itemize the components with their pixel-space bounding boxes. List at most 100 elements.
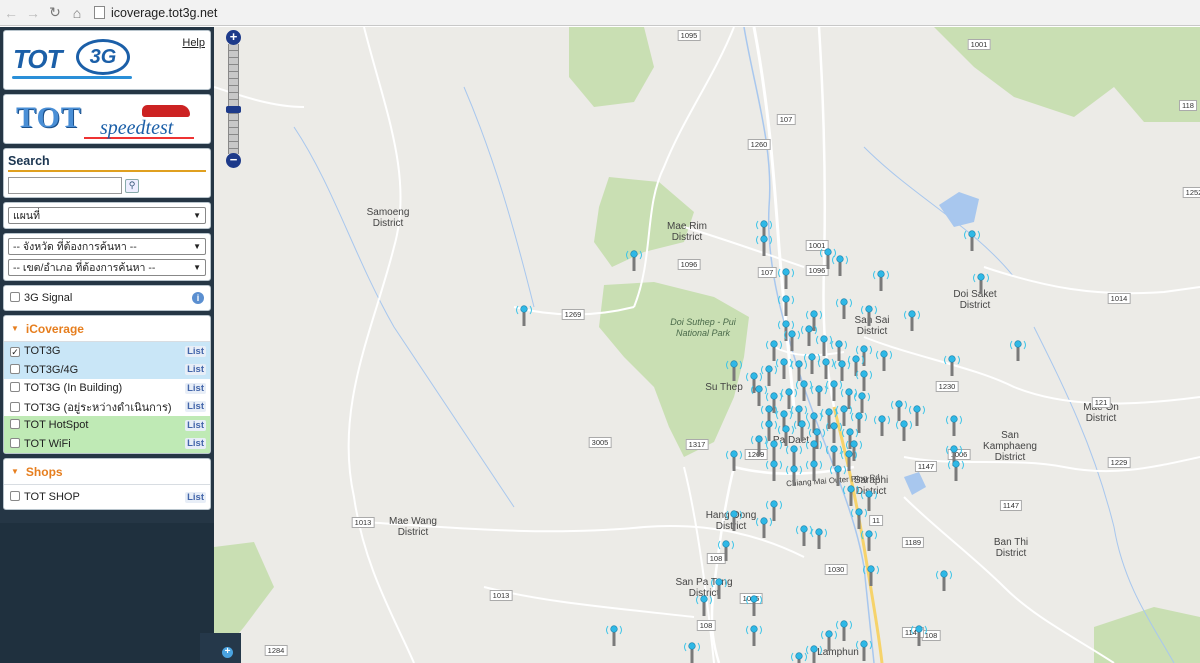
cell-tower-icon[interactable] — [766, 460, 782, 481]
reload-icon[interactable]: ↻ — [44, 2, 66, 24]
cell-tower-icon[interactable] — [761, 420, 777, 441]
layer-list-link[interactable]: List — [185, 345, 206, 357]
layer-list-link[interactable]: List — [185, 419, 206, 431]
zoom-slider-track[interactable] — [228, 44, 239, 154]
cell-tower-icon[interactable] — [781, 388, 797, 409]
cell-tower-icon[interactable] — [776, 358, 792, 379]
layer-checkbox[interactable]: ✓ — [10, 347, 20, 358]
layer-checkbox[interactable] — [10, 401, 20, 412]
cell-tower-icon[interactable] — [778, 268, 794, 289]
cell-tower-icon[interactable] — [766, 500, 782, 521]
cell-tower-icon[interactable] — [746, 595, 762, 616]
cell-tower-icon[interactable] — [964, 230, 980, 251]
map-canvas[interactable]: Samoeng District Mae Rim District Doi Suthep… — [214, 27, 1200, 663]
cell-tower-icon[interactable] — [856, 370, 872, 391]
cell-tower-icon[interactable] — [820, 248, 836, 269]
cell-tower-icon[interactable] — [786, 445, 802, 466]
cell-tower-icon[interactable] — [876, 350, 892, 371]
info-icon[interactable]: i — [192, 292, 204, 304]
cell-tower-icon[interactable] — [791, 360, 807, 381]
cell-tower-icon[interactable] — [684, 642, 700, 663]
cell-tower-icon[interactable] — [946, 415, 962, 436]
cell-tower-icon[interactable] — [948, 460, 964, 481]
cell-tower-icon[interactable] — [944, 355, 960, 376]
layer-list-link[interactable]: List — [185, 382, 206, 394]
cell-tower-icon[interactable] — [718, 540, 734, 561]
layer-checkbox[interactable] — [10, 382, 20, 393]
layer-checkbox[interactable] — [10, 437, 20, 448]
cell-tower-icon[interactable] — [778, 295, 794, 316]
cell-tower-icon[interactable] — [756, 235, 772, 256]
tot-shop-checkbox[interactable] — [10, 491, 20, 501]
zoom-slider-handle[interactable] — [226, 106, 241, 113]
cell-tower-icon[interactable] — [861, 490, 877, 511]
cell-tower-icon[interactable] — [796, 525, 812, 546]
shops-header[interactable]: ▼ Shops — [4, 459, 210, 485]
cell-tower-icon[interactable] — [626, 250, 642, 271]
cell-tower-icon[interactable] — [791, 652, 807, 663]
speedtest-banner[interactable]: TOT speedtest — [3, 94, 211, 144]
cell-tower-icon[interactable] — [896, 420, 912, 441]
search-icon[interactable]: ⚲ — [125, 178, 139, 193]
cell-tower-icon[interactable] — [766, 440, 782, 461]
cell-tower-icon[interactable] — [832, 255, 848, 276]
cell-tower-icon[interactable] — [856, 345, 872, 366]
cell-tower-icon[interactable] — [806, 645, 822, 663]
cell-tower-icon[interactable] — [786, 465, 802, 486]
cell-tower-icon[interactable] — [711, 578, 727, 599]
cell-tower-icon[interactable] — [516, 305, 532, 326]
cell-tower-icon[interactable] — [816, 335, 832, 356]
cell-tower-icon[interactable] — [796, 380, 812, 401]
cell-tower-icon[interactable] — [811, 385, 827, 406]
zoom-in-button[interactable]: + — [226, 30, 241, 45]
help-link[interactable]: Help — [182, 37, 205, 49]
layer-list-link[interactable]: List — [185, 438, 206, 450]
cell-tower-icon[interactable] — [696, 595, 712, 616]
cell-tower-icon[interactable] — [746, 625, 762, 646]
cell-tower-icon[interactable] — [861, 530, 877, 551]
cell-tower-icon[interactable] — [836, 620, 852, 641]
cell-tower-icon[interactable] — [606, 625, 622, 646]
layer-checkbox[interactable] — [10, 419, 20, 430]
cell-tower-icon[interactable] — [751, 435, 767, 456]
cell-tower-icon[interactable] — [766, 340, 782, 361]
arrow-right-icon[interactable]: → — [22, 2, 44, 24]
cell-tower-icon[interactable] — [911, 625, 927, 646]
cell-tower-icon[interactable] — [873, 270, 889, 291]
search-input[interactable] — [8, 177, 122, 194]
layer-list-link[interactable]: List — [185, 401, 206, 413]
cell-tower-icon[interactable] — [861, 305, 877, 326]
cell-tower-icon[interactable] — [818, 358, 834, 379]
cell-tower-icon[interactable] — [851, 508, 867, 529]
icoverage-header[interactable]: ▼ iCoverage — [4, 316, 210, 342]
map-type-select[interactable]: แผนที่ ▼ — [8, 207, 206, 224]
cell-tower-icon[interactable] — [874, 415, 890, 436]
cell-tower-icon[interactable] — [856, 640, 872, 661]
cell-tower-icon[interactable] — [830, 465, 846, 486]
cell-tower-icon[interactable] — [904, 310, 920, 331]
cell-tower-icon[interactable] — [863, 565, 879, 586]
cell-tower-icon[interactable] — [761, 365, 777, 386]
address-bar[interactable]: icoverage.tot3g.net — [94, 3, 217, 23]
district-select[interactable]: -- เขต/อำเภอ ที่ต้องการค้นหา -- ▼ — [8, 259, 206, 276]
arrow-left-icon[interactable]: ← — [0, 2, 22, 24]
cell-tower-icon[interactable] — [843, 485, 859, 506]
cell-tower-icon[interactable] — [891, 400, 907, 421]
cell-tower-icon[interactable] — [756, 517, 772, 538]
cell-tower-icon[interactable] — [831, 340, 847, 361]
cell-tower-icon[interactable] — [726, 360, 742, 381]
signal-checkbox[interactable] — [10, 292, 20, 302]
cell-tower-icon[interactable] — [973, 273, 989, 294]
cell-tower-icon[interactable] — [726, 510, 742, 531]
cell-tower-icon[interactable] — [794, 420, 810, 441]
cell-tower-icon[interactable] — [834, 360, 850, 381]
cell-tower-icon[interactable] — [806, 440, 822, 461]
cell-tower-icon[interactable] — [821, 630, 837, 651]
cell-tower-icon[interactable] — [806, 460, 822, 481]
zoom-out-button[interactable]: − — [226, 153, 241, 168]
cell-tower-icon[interactable] — [826, 380, 842, 401]
home-icon[interactable]: ⌂ — [66, 2, 88, 24]
cell-tower-icon[interactable] — [851, 412, 867, 433]
add-icon[interactable]: + — [222, 647, 233, 658]
cell-tower-icon[interactable] — [726, 450, 742, 471]
